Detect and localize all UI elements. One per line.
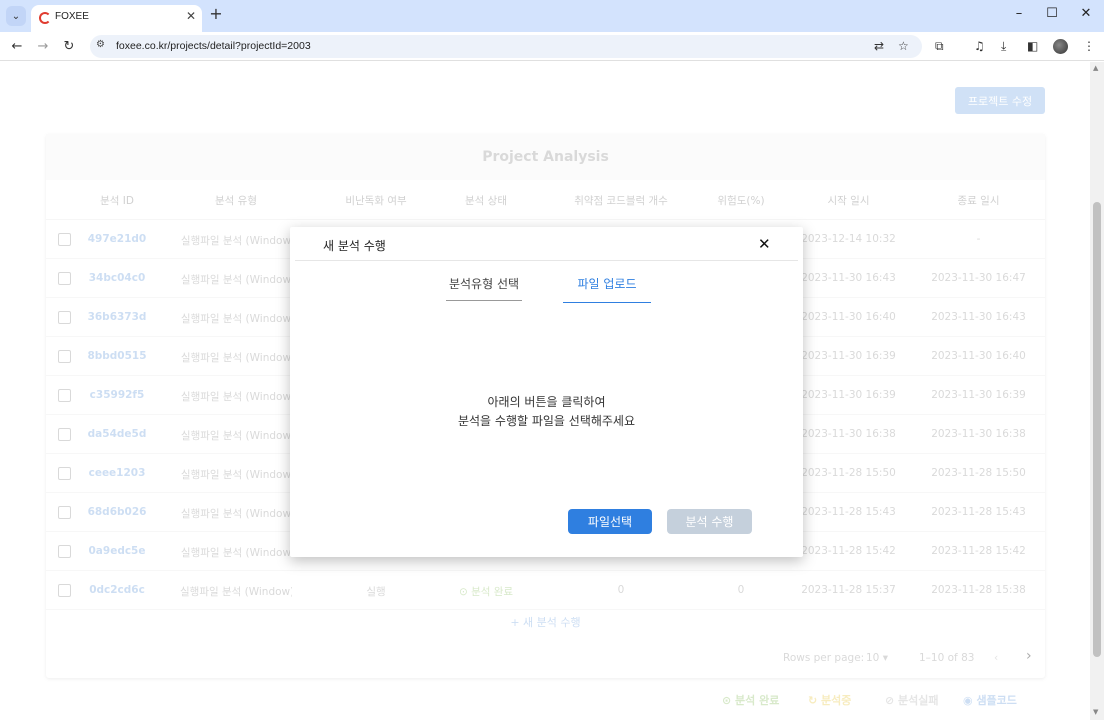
download-icon[interactable]: ⤓ <box>1001 39 1006 54</box>
forward-arrow-icon[interactable]: → <box>34 38 52 56</box>
modal-divider <box>295 260 798 261</box>
run-analysis-button[interactable]: 분석 수행 <box>667 509 752 534</box>
address-bar[interactable]: ⚙ foxee.co.kr/projects/detail?projectId=… <box>90 35 922 58</box>
bookmark-star-icon[interactable]: ☆ <box>898 39 909 53</box>
new-tab-plus-icon[interactable]: + <box>207 6 225 24</box>
instruction-line-1: 아래의 버튼을 클릭하여 <box>487 395 606 409</box>
minimize-icon[interactable]: – <box>1009 6 1029 21</box>
profile-avatar[interactable] <box>1053 39 1068 54</box>
scroll-up-icon[interactable]: ▲ <box>1093 64 1098 72</box>
foxee-favicon-icon <box>39 12 51 24</box>
step-file-upload[interactable]: 파일 업로드 <box>563 275 651 292</box>
tab-close-icon[interactable]: ✕ <box>186 9 196 23</box>
browser-toolbar: ← → ↻ ⚙ foxee.co.kr/projects/detail?proj… <box>0 32 1104 61</box>
extensions-icon[interactable]: ⧉ <box>935 39 944 54</box>
instruction-line-2: 분석을 수행할 파일을 선택해주세요 <box>457 414 636 428</box>
browser-tab-bar: ⌄ FOXEE ✕ + – ☐ ✕ <box>0 0 1104 32</box>
new-analysis-modal: 새 분석 수행 ✕ 분석유형 선택 파일 업로드 아래의 버튼을 클릭하여 분석… <box>290 227 803 557</box>
scrollbar-thumb[interactable] <box>1093 202 1101 657</box>
step-2-underline <box>563 302 651 303</box>
modal-title: 새 분석 수행 <box>323 239 386 253</box>
side-panel-icon[interactable]: ◧ <box>1027 39 1038 53</box>
site-info-icon[interactable]: ⚙ <box>96 39 105 50</box>
modal-close-icon[interactable]: ✕ <box>758 235 771 253</box>
page-scrollbar[interactable]: ▲ ▼ <box>1090 62 1104 720</box>
step-1-underline <box>446 300 522 301</box>
back-arrow-icon[interactable]: ← <box>8 38 26 56</box>
step-select-type[interactable]: 분석유형 선택 <box>446 275 522 292</box>
browser-tab[interactable]: FOXEE ✕ <box>31 5 202 32</box>
window-close-icon[interactable]: ✕ <box>1076 6 1096 21</box>
select-file-button[interactable]: 파일선택 <box>568 509 652 534</box>
tab-title: FOXEE <box>55 11 89 22</box>
translate-icon[interactable]: ⇄ <box>874 39 884 53</box>
media-control-icon[interactable]: ♫ <box>974 39 985 53</box>
reload-icon[interactable]: ↻ <box>60 38 78 56</box>
menu-kebab-icon[interactable]: ⋮ <box>1083 39 1095 53</box>
tab-search-icon[interactable]: ⌄ <box>6 6 26 26</box>
maximize-icon[interactable]: ☐ <box>1042 6 1062 21</box>
url-text[interactable]: foxee.co.kr/projects/detail?projectId=20… <box>116 40 311 52</box>
scroll-down-icon[interactable]: ▼ <box>1093 708 1098 716</box>
